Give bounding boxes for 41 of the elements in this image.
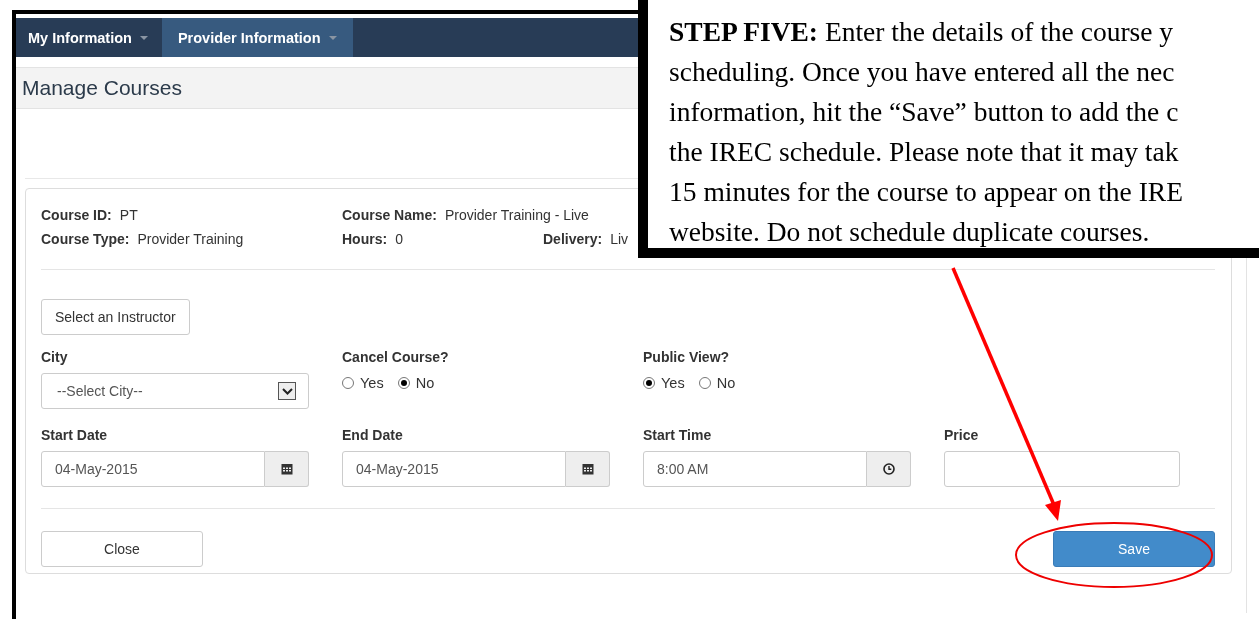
field-label: City	[41, 349, 69, 365]
clock-icon	[882, 463, 895, 475]
callout-text: STEP FIVE: Enter the details of the course y scheduling. Once you have entered all the nec information, hit the “Save” button to add the c the IREC schedule. Please note that it may tak 15 minutes for the course to appear on the IRE website. Do not schedule duplicate courses.	[669, 15, 1183, 249]
field-label: Public View?	[643, 349, 731, 365]
chevron-down-icon	[278, 382, 296, 400]
date-field[interactable]: 04-May-2015	[41, 451, 265, 487]
save-button[interactable]: Save	[1053, 531, 1215, 567]
date-field[interactable]: 04-May-2015	[342, 451, 566, 487]
course-detail: Delivery: Liv	[543, 231, 629, 247]
calendar-icon	[581, 463, 594, 475]
field-label: Start Time	[643, 427, 713, 443]
course-detail: Course Type: Provider Training	[41, 231, 244, 247]
calendar-button[interactable]	[265, 451, 309, 487]
course-detail: Hours: 0	[342, 231, 403, 247]
price-field[interactable]	[944, 451, 1180, 487]
caret-icon	[328, 35, 337, 40]
radio-button[interactable]	[643, 377, 655, 389]
radio-label: Yes	[360, 375, 384, 391]
calendar-button[interactable]	[566, 451, 610, 487]
field-label: Cancel Course?	[342, 349, 450, 365]
field-label: Start Date	[41, 427, 109, 443]
calendar-icon	[280, 463, 293, 475]
radio-button[interactable]	[397, 377, 410, 389]
city-dropdown[interactable]: --Select City--	[41, 373, 309, 409]
nav-tab[interactable]: My Information	[16, 18, 162, 57]
page-title: Manage Courses	[22, 76, 182, 100]
radio-button[interactable]	[342, 377, 354, 389]
caret-icon	[139, 35, 148, 40]
close-button[interactable]: Close	[41, 531, 203, 567]
time-field[interactable]: 8:00 AM	[643, 451, 867, 487]
course-detail: Course Name: Provider Training - Live	[342, 207, 589, 223]
nav-tab[interactable]: Provider Information	[161, 18, 353, 57]
clock-button[interactable]	[867, 451, 911, 487]
radio-label: No	[415, 375, 435, 391]
select-instructor-button[interactable]: Select an Instructor	[41, 299, 190, 335]
radio-label: No	[716, 375, 736, 391]
radio-label: Yes	[661, 375, 685, 391]
course-detail: Course ID: PT	[41, 207, 138, 223]
field-label: End Date	[342, 427, 404, 443]
radio-button[interactable]	[698, 377, 711, 389]
field-label: Price	[944, 427, 980, 443]
